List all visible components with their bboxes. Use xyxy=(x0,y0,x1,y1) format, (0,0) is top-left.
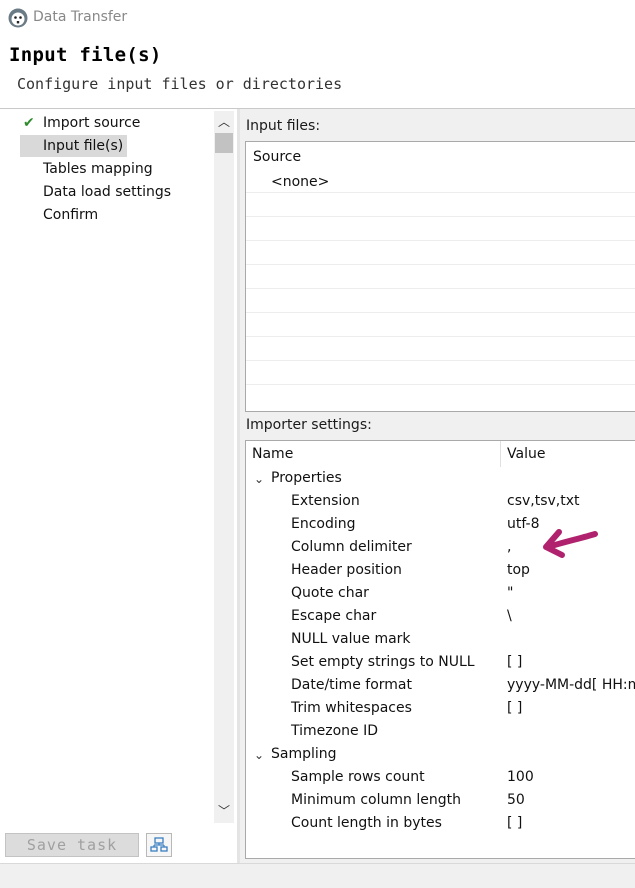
prop-name[interactable]: Escape char xyxy=(291,608,376,624)
nav-item-label: Confirm xyxy=(43,207,99,223)
row-separator xyxy=(246,336,635,337)
prop-value[interactable]: csv,tsv,txt xyxy=(507,493,580,509)
page-title: Input file(s) xyxy=(9,44,162,66)
nav-item-tables-mapping[interactable]: Tables mapping xyxy=(20,158,157,180)
chevron-up-icon[interactable]: ︿ xyxy=(214,113,234,131)
prop-value[interactable]: top xyxy=(507,562,530,578)
nav-item-input-files[interactable]: Input file(s) xyxy=(20,135,128,157)
row-separator xyxy=(246,384,635,385)
row-separator xyxy=(246,312,635,313)
nav-item-label: Input file(s) xyxy=(43,138,124,154)
prop-value[interactable]: [ ] xyxy=(507,700,522,716)
row-separator xyxy=(246,288,635,289)
window-title: Data Transfer xyxy=(33,9,128,25)
prop-value[interactable]: \ xyxy=(507,608,512,624)
prop-name[interactable]: Sample rows count xyxy=(291,769,425,785)
row-separator xyxy=(246,192,635,193)
chevron-down-icon[interactable]: ⌄ xyxy=(254,472,264,486)
prop-name[interactable]: Encoding xyxy=(291,516,356,532)
checkmark-icon: ✔ xyxy=(23,115,35,131)
input-file-row[interactable]: <none> xyxy=(271,174,329,190)
save-task-button[interactable]: Save task xyxy=(5,833,139,857)
prop-value[interactable]: , xyxy=(507,539,511,555)
nav-scrollbar[interactable]: ︿ ﹀ xyxy=(214,111,234,823)
prop-name[interactable]: Column delimiter xyxy=(291,539,412,555)
scrollbar-thumb[interactable] xyxy=(215,133,233,153)
prop-value[interactable]: 50 xyxy=(507,792,525,808)
prop-name[interactable]: Count length in bytes xyxy=(291,815,442,831)
prop-name[interactable]: Extension xyxy=(291,493,360,509)
nav-item-confirm[interactable]: Confirm xyxy=(20,204,102,226)
column-separator[interactable] xyxy=(500,441,501,467)
prop-value[interactable]: yyyy-MM-dd[ HH:m xyxy=(507,677,635,693)
nav-item-import-source[interactable]: ✔ Import source xyxy=(20,112,144,134)
prop-name[interactable]: Minimum column length xyxy=(291,792,461,808)
row-separator xyxy=(246,360,635,361)
group-properties[interactable]: Properties xyxy=(271,470,342,486)
chevron-down-icon[interactable]: ⌄ xyxy=(254,748,264,762)
task-hierarchy-icon xyxy=(150,837,168,852)
prop-name[interactable]: Timezone ID xyxy=(291,723,378,739)
task-config-button[interactable] xyxy=(146,833,172,857)
row-separator xyxy=(246,240,635,241)
importer-settings-label: Importer settings: xyxy=(246,417,372,433)
chevron-down-icon[interactable]: ﹀ xyxy=(214,802,234,820)
input-files-label: Input files: xyxy=(246,118,321,134)
prop-value[interactable]: " xyxy=(507,585,513,601)
prop-name[interactable]: Set empty strings to NULL xyxy=(291,654,475,670)
prop-value[interactable]: 100 xyxy=(507,769,534,785)
name-column-header[interactable]: Name xyxy=(252,446,293,462)
value-column-header[interactable]: Value xyxy=(507,446,545,462)
annotation-arrow-icon xyxy=(543,529,598,558)
prop-value[interactable]: utf-8 xyxy=(507,516,539,532)
prop-name[interactable]: Date/time format xyxy=(291,677,412,693)
dbeaver-beaver-icon xyxy=(8,8,28,28)
nav-item-label: Tables mapping xyxy=(43,161,153,177)
source-column-header[interactable]: Source xyxy=(253,149,301,165)
importer-settings-table[interactable]: Name Value ⌄ Properties Extension csv,ts… xyxy=(245,440,635,859)
prop-name[interactable]: Header position xyxy=(291,562,402,578)
nav-item-label: Import source xyxy=(43,115,141,131)
group-sampling[interactable]: Sampling xyxy=(271,746,337,762)
prop-name[interactable]: Quote char xyxy=(291,585,369,601)
nav-item-label: Data load settings xyxy=(43,184,172,200)
row-separator xyxy=(246,264,635,265)
page-subtitle: Configure input files or directories xyxy=(17,75,343,93)
prop-value[interactable]: [ ] xyxy=(507,654,522,670)
nav-item-data-load-settings[interactable]: Data load settings xyxy=(20,181,175,203)
prop-name[interactable]: NULL value mark xyxy=(291,631,411,647)
prop-name[interactable]: Trim whitespaces xyxy=(291,700,412,716)
prop-value[interactable]: [ ] xyxy=(507,815,522,831)
input-files-table[interactable]: Source <none> xyxy=(245,141,635,412)
row-separator xyxy=(246,216,635,217)
status-bar xyxy=(0,863,635,888)
title-bar: Data Transfer xyxy=(0,0,635,36)
